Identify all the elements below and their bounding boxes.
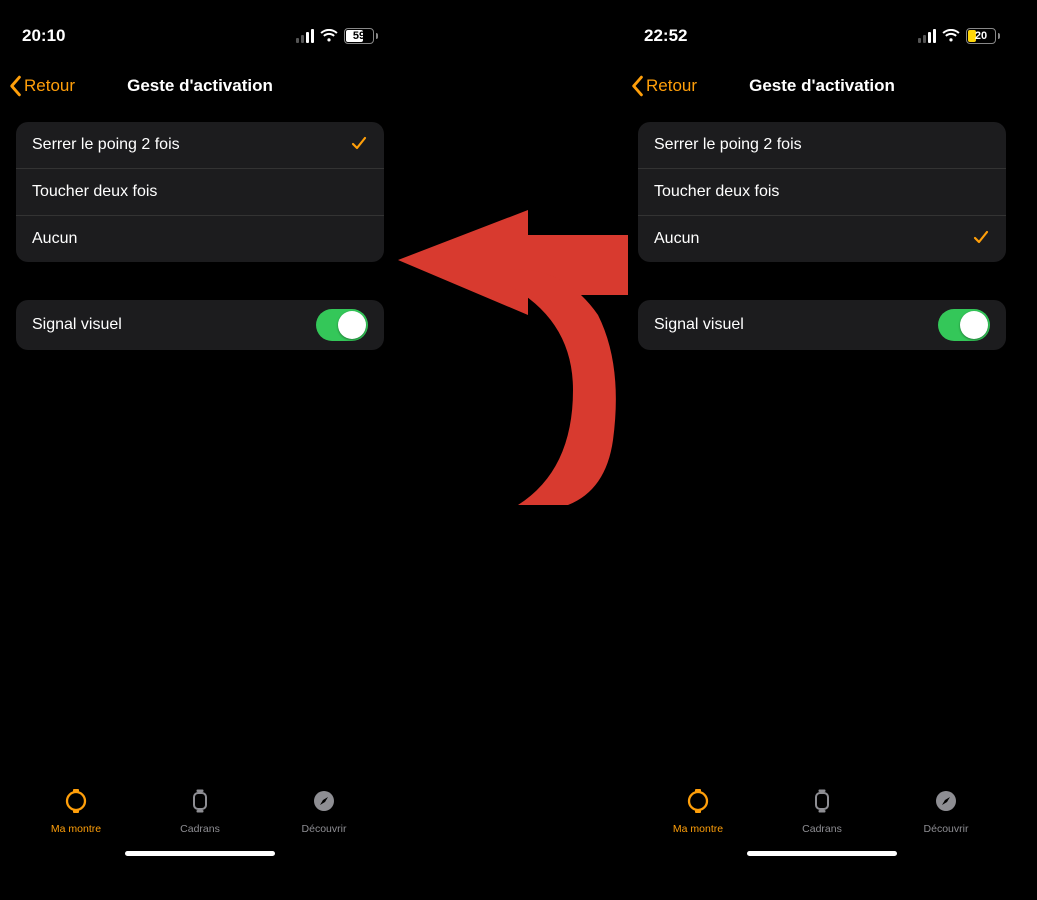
back-button[interactable]: Retour [8,75,75,97]
watch-icon [685,788,711,819]
nav-header: Retour Geste d'activation [622,64,1022,108]
status-bar: 22:52 20 [622,0,1022,58]
tab-faces[interactable]: Cadrans [777,788,867,835]
wifi-icon [942,29,960,43]
tab-label: Ma montre [673,823,723,835]
option-label: Aucun [32,230,77,248]
battery-text: 59 [353,30,365,42]
option-double-tap[interactable]: Toucher deux fois [16,168,384,215]
compass-icon [933,788,959,819]
gesture-options-group: Serrer le poing 2 fois Toucher deux fois… [638,122,1006,262]
faces-icon [187,788,213,819]
tab-bar: Ma montre Cadrans Découvrir [0,780,400,842]
watch-icon [63,788,89,819]
battery-icon: 59 [344,28,378,44]
annotation-arrow-icon [398,210,628,515]
tab-label: Ma montre [51,823,101,835]
status-right: 59 [296,28,378,44]
option-clench-twice[interactable]: Serrer le poing 2 fois [638,122,1006,168]
home-indicator [125,851,275,856]
chevron-left-icon [8,75,22,97]
status-time: 20:10 [22,26,65,46]
option-double-tap[interactable]: Toucher deux fois [638,168,1006,215]
page-title: Geste d'activation [749,76,895,96]
option-none[interactable]: Aucun [638,215,1006,262]
checkmark-icon [972,228,990,251]
page-title: Geste d'activation [127,76,273,96]
home-indicator [747,851,897,856]
option-label: Toucher deux fois [654,183,779,201]
gesture-options-group: Serrer le poing 2 fois Toucher deux fois… [16,122,384,262]
checkmark-icon [350,134,368,157]
screenshot-right: 22:52 20 [622,0,1022,860]
wifi-icon [320,29,338,43]
battery-text: 20 [975,30,987,42]
option-label: Serrer le poing 2 fois [32,136,180,154]
status-right: 20 [918,28,1000,44]
option-label: Toucher deux fois [32,183,157,201]
tab-bar: Ma montre Cadrans Découvrir [622,780,1022,842]
tab-my-watch[interactable]: Ma montre [31,788,121,835]
compass-icon [311,788,337,819]
tab-my-watch[interactable]: Ma montre [653,788,743,835]
visual-signal-switch[interactable] [938,309,990,341]
tab-label: Découvrir [302,823,347,835]
back-button[interactable]: Retour [630,75,697,97]
option-label: Serrer le poing 2 fois [654,136,802,154]
screenshot-left: 20:10 59 [0,0,400,860]
visual-signal-row: Signal visuel [638,300,1006,350]
chevron-left-icon [630,75,644,97]
nav-header: Retour Geste d'activation [0,64,400,108]
tab-label: Découvrir [924,823,969,835]
tab-faces[interactable]: Cadrans [155,788,245,835]
cellular-icon [296,29,314,43]
tab-discover[interactable]: Découvrir [901,788,991,835]
back-label: Retour [646,76,697,96]
status-time: 22:52 [644,26,687,46]
cellular-icon [918,29,936,43]
back-label: Retour [24,76,75,96]
tab-label: Cadrans [180,823,220,835]
faces-icon [809,788,835,819]
visual-signal-switch[interactable] [316,309,368,341]
option-label: Aucun [654,230,699,248]
tab-discover[interactable]: Découvrir [279,788,369,835]
visual-signal-label: Signal visuel [32,316,122,334]
visual-signal-label: Signal visuel [654,316,744,334]
tab-label: Cadrans [802,823,842,835]
visual-signal-row: Signal visuel [16,300,384,350]
battery-icon: 20 [966,28,1000,44]
status-bar: 20:10 59 [0,0,400,58]
option-none[interactable]: Aucun [16,215,384,262]
option-clench-twice[interactable]: Serrer le poing 2 fois [16,122,384,168]
